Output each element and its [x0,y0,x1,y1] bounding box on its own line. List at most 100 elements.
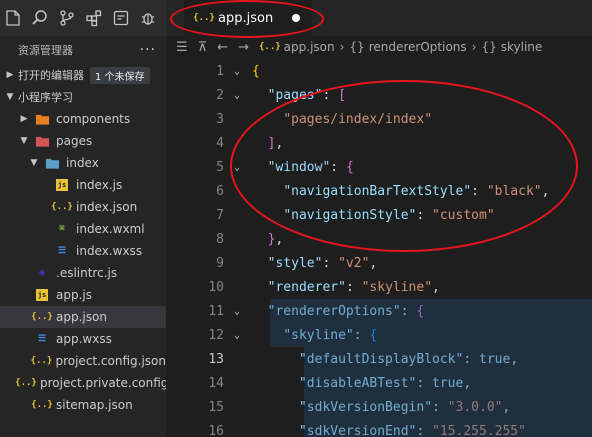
code-text: "window": { [252,160,354,175]
wxml-file-icon: ⌘ [59,224,65,234]
code-line[interactable]: 8 }, [166,227,592,251]
tree-item-project-private-config-js[interactable]: {..}project.private.config.js... [0,372,166,394]
code-editor[interactable]: 1 ⌄{2 ⌄ "pages": [3 "pages/index/index" 4 ]… [166,58,592,437]
code-line[interactable]: 9 "style": "v2", [166,251,592,275]
breadcrumb: ☰ ⊼ ← → {..} app.json › {} rendererOptio… [166,36,592,58]
forward-arrow-icon[interactable]: → [238,40,249,55]
breadcrumb-separator-icon: › [471,40,477,54]
breadcrumb-item-app-json[interactable]: {..} app.json [259,39,335,55]
open-editors-section[interactable]: ▶ 打开的编辑器 1 个未保存 [0,64,166,86]
wxss-file-icon: ☰ [37,334,47,344]
code-line[interactable]: 14 "disableABTest": true, [166,371,592,395]
split-editor-icon[interactable]: ☰ [176,40,188,55]
tree-item-index-json[interactable]: {..} index.json [0,196,166,218]
project-label: 小程序学习 [18,91,73,104]
tree-item-label: sitemap.json [56,398,133,412]
selection-highlight [304,371,592,395]
code-line[interactable]: 15 "sdkVersionBegin": "3.0.0", [166,395,592,419]
code-line[interactable]: 6 "navigationBarTextStyle": "black", [166,179,592,203]
selection-highlight [270,299,592,323]
search-icon[interactable] [31,7,49,29]
code-token: : [471,183,487,199]
tree-item-label: index.js [76,178,123,192]
back-arrow-icon[interactable]: ← [217,40,228,55]
code-token: "navigationStyle" [283,207,417,223]
code-line[interactable]: 13 "defaultDisplayBlock": true, [166,347,592,371]
code-text: "pages/index/index" [252,112,432,127]
code-line[interactable]: 4 ], [166,131,592,155]
code-line[interactable]: 10 "renderer": "skyline", [166,275,592,299]
breadcrumb-item-rendereroptions[interactable]: {} rendererOptions [349,40,466,54]
wechat-devtools-icon[interactable] [112,7,130,29]
code-line[interactable]: 3 "pages/index/index" [166,107,592,131]
line-number: 4 [216,135,224,151]
tree-item-label: .eslintrc.js [56,266,118,280]
code-line[interactable]: 7 "navigationStyle": "custom" [166,203,592,227]
tree-item-app-js[interactable]: js app.js [0,284,166,306]
fold-chevron-icon[interactable]: ⌄ [230,66,244,77]
code-line[interactable]: 12 ⌄ "skyline": { [166,323,592,347]
object-icon: {} [481,40,497,54]
code-token: : [416,207,433,223]
tree-item-app-json[interactable]: {..} app.json [0,306,166,328]
code-line[interactable]: 5 ⌄ "window": { [166,155,592,179]
tree-item-index-wxml[interactable]: ⌘ index.wxml [0,218,166,240]
fold-chevron-icon[interactable]: ⌄ [230,90,244,101]
code-token: , [275,231,284,247]
code-text: "pages": [ [252,88,346,103]
line-number: 11 [208,303,224,319]
tree-item-pages[interactable]: ▼ pages [0,130,166,152]
line-number: 5 [216,159,224,175]
code-token: { [345,159,354,175]
tree-item-eslintrc-js[interactable]: ◉ .eslintrc.js [0,262,166,284]
tree-item-label: index.wxml [76,222,145,236]
explorer-header: 资源管理器 ··· [0,36,166,64]
tree-item-sitemap-json[interactable]: {..} sitemap.json [0,394,166,416]
tree-item-index-wxss[interactable]: ☰ index.wxss [0,240,166,262]
code-text: "navigationBarTextStyle": "black", [252,184,549,199]
unsaved-dot-icon[interactable] [292,14,300,22]
code-token: "custom" [432,207,495,223]
tree-item-index[interactable]: ▼ index [0,152,166,174]
code-token: : [330,159,346,175]
fold-chevron-icon[interactable]: ⌄ [230,330,244,341]
code-line[interactable]: 1 ⌄ { [166,59,592,83]
folder-icon [34,133,50,149]
line-number: 8 [216,231,224,247]
source-control-icon[interactable] [58,7,76,29]
breadcrumb-label: rendererOptions [368,40,467,54]
tree-item-project-config-json[interactable]: {..} project.config.json [0,350,166,372]
line-number: 15 [208,399,224,415]
code-line[interactable]: 2 ⌄ "pages": [ [166,83,592,107]
line-number: 10 [208,279,224,295]
line-number: 3 [216,111,224,127]
debug-icon[interactable] [139,7,157,29]
bookmark-icon[interactable]: ⊼ [198,40,208,55]
code-line[interactable]: 16 "sdkVersionEnd": "15.255.255" [166,419,592,437]
tree-item-components[interactable]: ▶ components [0,108,166,130]
json-file-icon: {..} [31,312,53,322]
code-token: "skyline" [361,279,433,295]
breadcrumb-label: skyline [500,40,543,54]
tree-item-app-wxss[interactable]: ☰ app.wxss [0,328,166,350]
more-actions-button[interactable]: ··· [140,42,156,58]
fold-chevron-icon[interactable]: ⌄ [230,306,244,317]
json-file-icon: {..} [31,400,53,410]
files-icon[interactable] [4,7,22,29]
breadcrumb-item-skyline[interactable]: {} skyline [481,40,542,54]
selection-highlight [304,419,592,437]
tree-item-index-js[interactable]: js index.js [0,174,166,196]
code-token: "v2" [338,255,370,271]
breadcrumb-label: app.json [283,40,335,54]
code-line[interactable]: 11 ⌄ "rendererOptions": { [166,299,592,323]
line-number: 2 [216,87,224,103]
extensions-icon[interactable] [85,7,103,29]
fold-chevron-icon[interactable]: ⌄ [230,162,244,173]
project-section[interactable]: ▼ 小程序学习 [0,86,166,108]
code-token: "renderer" [267,279,346,295]
tab-app-json[interactable]: {..} app.json [184,0,312,36]
